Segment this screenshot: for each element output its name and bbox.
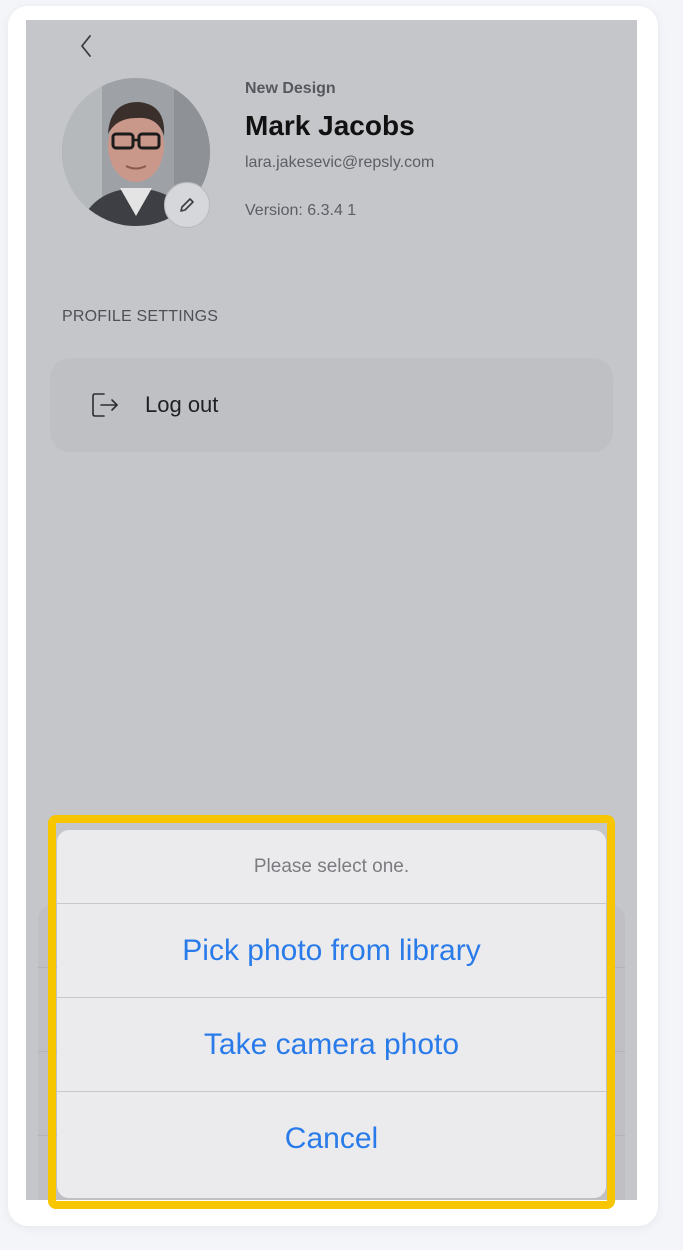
edit-avatar-button[interactable] — [164, 182, 210, 228]
section-title: PROFILE SETTINGS — [62, 308, 219, 325]
logout-button[interactable]: Log out — [50, 358, 613, 452]
app-screen: New Design Mark Jacobs lara.jakesevic@re… — [26, 20, 637, 1200]
back-button[interactable] — [74, 32, 98, 60]
take-camera-photo-button[interactable]: Take camera photo — [57, 998, 606, 1092]
action-sheet-title: Please select one. — [57, 830, 606, 904]
user-email: lara.jakesevic@repsly.com — [245, 154, 435, 171]
user-name: Mark Jacobs — [245, 110, 415, 141]
chevron-left-icon — [81, 35, 91, 57]
logout-label: Log out — [145, 392, 219, 417]
app-version: Version: 6.3.4 1 — [245, 202, 357, 219]
cancel-button[interactable]: Cancel — [57, 1092, 606, 1186]
pencil-icon — [180, 198, 194, 212]
logout-icon — [92, 393, 118, 417]
action-sheet: Please select one. Pick photo from libra… — [57, 830, 606, 1198]
pick-photo-from-library-button[interactable]: Pick photo from library — [57, 904, 606, 998]
company-name: New Design — [245, 80, 336, 97]
